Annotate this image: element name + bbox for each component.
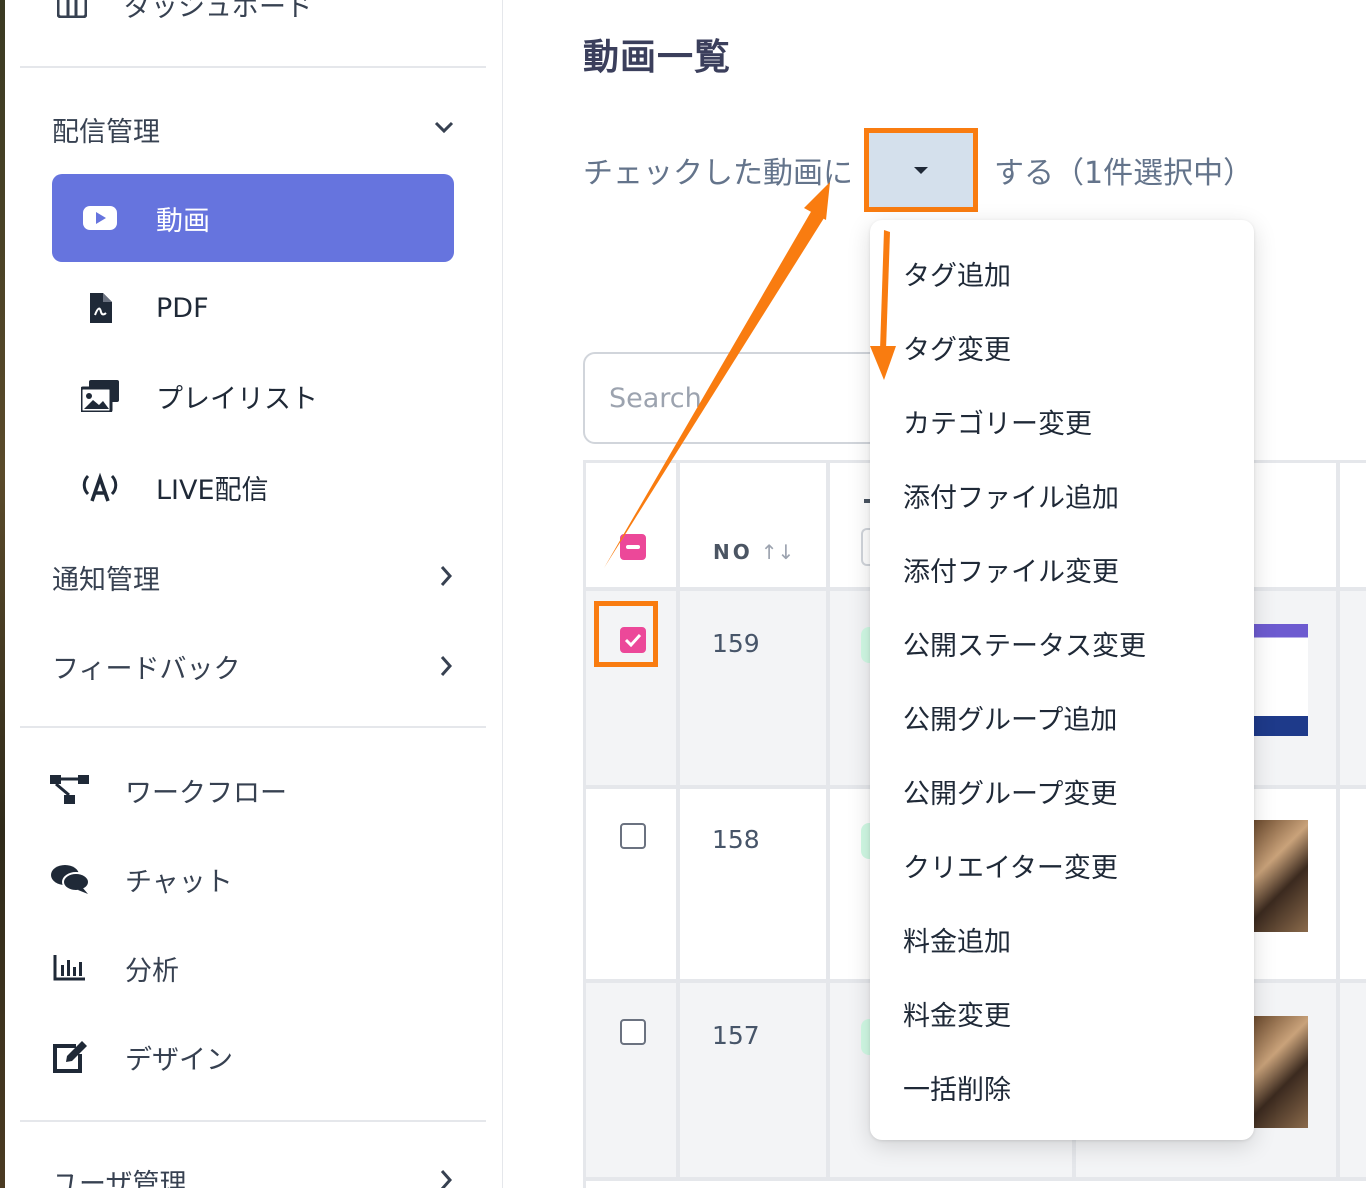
- chat-icon: [50, 859, 90, 899]
- youtube-icon: [80, 198, 120, 238]
- row-checkbox[interactable]: [620, 1019, 646, 1045]
- sidebar-group-users[interactable]: ユーザ管理: [52, 1162, 186, 1188]
- sidebar-item-label: デザイン: [125, 1044, 233, 1076]
- sidebar-item-chat[interactable]: チャット: [50, 859, 233, 899]
- page-title: 動画一覧: [583, 37, 732, 78]
- menu-item-change-status[interactable]: 公開ステータス変更: [903, 624, 1146, 663]
- sidebar-item-label: 分析: [125, 955, 179, 987]
- sidebar-item-label: PDF: [156, 292, 209, 324]
- sidebar-item-dashboard[interactable]: ダッシュボード: [52, 0, 313, 24]
- table-row-no-cell: 159: [680, 591, 826, 785]
- sidebar-group-notifications[interactable]: 通知管理: [52, 558, 160, 597]
- table-row-select-cell: [586, 983, 676, 1177]
- sidebar-item-label: ワークフロー: [125, 777, 287, 809]
- chevron-right-icon[interactable]: [437, 654, 455, 678]
- workflow-icon: [50, 770, 90, 810]
- playlist-icon: [80, 376, 120, 416]
- menu-item-change-attachment[interactable]: 添付ファイル変更: [903, 550, 1119, 589]
- sidebar-divider: [20, 1120, 486, 1122]
- column-header-no: NO ↑↓: [713, 540, 795, 564]
- table-row-cell: [1340, 789, 1366, 979]
- sidebar-item-pdf[interactable]: PDF: [52, 264, 454, 352]
- bulk-action-prefix: チェックした動画に: [583, 156, 853, 191]
- row-number: 157: [712, 1021, 760, 1050]
- sidebar-item-label: プレイリスト: [156, 383, 318, 415]
- chevron-down-icon[interactable]: [433, 118, 455, 136]
- menu-item-add-price[interactable]: 料金追加: [903, 920, 1011, 959]
- caret-down-icon: [914, 166, 928, 174]
- search-input[interactable]: Search: [583, 352, 883, 444]
- table-row-cell: [1340, 983, 1366, 1177]
- sidebar-item-videos[interactable]: 動画: [52, 174, 454, 262]
- menu-item-change-creator[interactable]: クリエイター変更: [903, 846, 1118, 885]
- sidebar-group-label: 配信管理: [52, 117, 160, 148]
- sidebar: ダッシュボード 配信管理 動画 PDF プレイリスト LIVE配信 通知管理 フ…: [5, 0, 503, 1188]
- header-cell-no[interactable]: NO ↑↓: [680, 463, 826, 587]
- chevron-right-icon[interactable]: [437, 1168, 455, 1188]
- table-row-no-cell: 157: [680, 983, 826, 1177]
- sidebar-item-design[interactable]: デザイン: [50, 1037, 233, 1077]
- sidebar-item-live[interactable]: LIVE配信: [52, 443, 454, 531]
- table-row-no-cell: 158: [680, 789, 826, 979]
- menu-item-change-group[interactable]: 公開グループ変更: [903, 772, 1117, 811]
- menu-item-change-price[interactable]: 料金変更: [903, 994, 1011, 1033]
- sidebar-group-feedback[interactable]: フィードバック: [52, 647, 240, 686]
- annotation-highlight-box: [594, 601, 658, 667]
- sidebar-item-label: LIVE配信: [156, 474, 269, 506]
- menu-item-add-attachment[interactable]: 添付ファイル追加: [903, 476, 1119, 515]
- sidebar-item-workflow[interactable]: ワークフロー: [50, 770, 287, 810]
- table-row-cell: [1340, 591, 1366, 785]
- search-placeholder: Search: [609, 382, 702, 414]
- select-all-checkbox[interactable]: [620, 534, 646, 560]
- sidebar-item-analytics[interactable]: 分析: [50, 948, 179, 988]
- pdf-file-icon: [80, 288, 120, 328]
- broadcast-icon: [80, 467, 120, 507]
- video-thumbnail[interactable]: [1254, 1016, 1308, 1128]
- sidebar-group-label: フィードバック: [52, 654, 241, 685]
- table-row-select-cell: [586, 789, 676, 979]
- menu-item-change-category[interactable]: カテゴリー変更: [903, 402, 1092, 441]
- edit-icon: [50, 1037, 90, 1077]
- bulk-action-menu: タグ追加 タグ変更 カテゴリー変更 添付ファイル追加 添付ファイル変更 公開ステ…: [870, 220, 1254, 1140]
- menu-item-add-group[interactable]: 公開グループ追加: [903, 698, 1117, 737]
- sort-icon: ↑↓: [760, 540, 795, 564]
- dashboard-icon: [52, 0, 92, 24]
- menu-item-change-tag[interactable]: タグ変更: [903, 328, 1011, 367]
- sidebar-group-label: ユーザ管理: [52, 1169, 187, 1188]
- row-number: 158: [712, 825, 760, 854]
- menu-item-add-tag[interactable]: タグ追加: [903, 254, 1011, 293]
- sidebar-item-label: 動画: [156, 205, 210, 237]
- header-cell-select: [586, 463, 676, 587]
- sidebar-item-playlist[interactable]: プレイリスト: [52, 352, 454, 440]
- row-checkbox[interactable]: [620, 823, 646, 849]
- sidebar-group-distribution[interactable]: 配信管理: [52, 110, 160, 149]
- sidebar-group-label: 通知管理: [52, 565, 160, 596]
- sidebar-item-label: チャット: [125, 866, 233, 898]
- sidebar-divider: [20, 726, 486, 728]
- sidebar-divider: [20, 66, 486, 68]
- bulk-action-select[interactable]: [864, 128, 978, 212]
- bulk-action-suffix: する（1件選択中）: [994, 156, 1254, 191]
- analytics-icon: [50, 948, 90, 988]
- video-thumbnail[interactable]: [1254, 624, 1308, 736]
- row-number: 159: [712, 629, 760, 658]
- menu-item-bulk-delete[interactable]: 一括削除: [903, 1068, 1011, 1107]
- chevron-right-icon[interactable]: [437, 564, 455, 588]
- sidebar-item-label: ダッシュボード: [124, 0, 313, 23]
- video-thumbnail[interactable]: [1254, 820, 1308, 932]
- table-row: [586, 1181, 1366, 1188]
- header-cell: [1340, 463, 1366, 587]
